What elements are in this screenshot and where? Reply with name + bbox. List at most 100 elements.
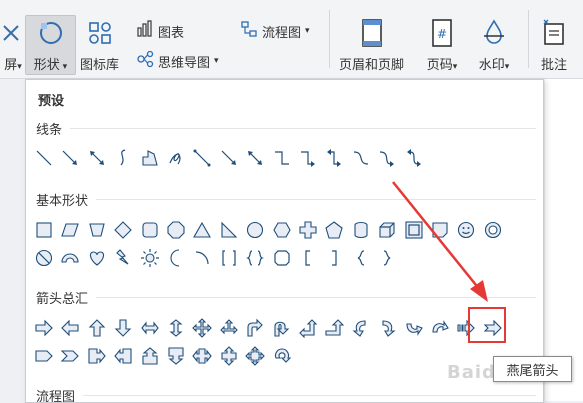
rectangle-icon[interactable] (32, 218, 56, 242)
curved-arrow-connector-icon[interactable] (375, 146, 399, 170)
freeform-icon[interactable] (138, 146, 162, 170)
lightning-bolt-icon[interactable] (111, 246, 135, 270)
curved-up-arrow-icon[interactable] (402, 316, 426, 340)
up-arrow-icon[interactable] (85, 316, 109, 340)
ribbon-separator (528, 10, 529, 68)
circular-arrow-icon[interactable] (270, 344, 294, 368)
no-symbol-icon[interactable] (32, 246, 56, 270)
heart-icon[interactable] (85, 246, 109, 270)
parallelogram-icon[interactable] (58, 218, 82, 242)
chevron-arrow-icon[interactable] (58, 344, 82, 368)
mindmap-button[interactable]: 思维导图 ▾ (136, 50, 219, 72)
curved-right-arrow-icon[interactable] (349, 316, 373, 340)
right-brace-icon[interactable] (375, 246, 399, 270)
can-icon[interactable] (349, 218, 373, 242)
scissors-icon (0, 16, 28, 50)
flowchart-button[interactable]: 流程图 ▾ (240, 20, 310, 42)
hexagon-icon[interactable] (270, 218, 294, 242)
triangle-icon[interactable] (190, 218, 214, 242)
highlight-box (468, 307, 506, 343)
down-arrow-callout-icon[interactable] (164, 344, 188, 368)
bevel-icon[interactable] (402, 218, 426, 242)
comment-button[interactable]: 批注 (537, 16, 571, 73)
left-bracket-icon[interactable] (296, 246, 320, 270)
quad-arrow-icon[interactable] (190, 316, 214, 340)
left-arrow-icon[interactable] (58, 316, 82, 340)
u-turn-arrow-icon[interactable] (270, 316, 294, 340)
elbow-arrow-icon[interactable] (296, 146, 320, 170)
pentagon-arrow-icon[interactable] (32, 344, 56, 368)
curved-double-connector-icon[interactable] (402, 146, 426, 170)
octagon-icon[interactable] (164, 218, 188, 242)
section-basic-header: 基本形状 (36, 190, 536, 209)
elbow-double-arrow-icon[interactable] (322, 146, 346, 170)
left-right-arrow-callout-icon[interactable] (190, 344, 214, 368)
arc-icon[interactable] (190, 246, 214, 270)
chart-button[interactable]: 图表 (136, 20, 184, 42)
bent-up-arrow-icon[interactable] (322, 316, 346, 340)
double-arrow-line-icon[interactable] (85, 146, 109, 170)
right-triangle-icon[interactable] (217, 218, 241, 242)
section-arrows-label: 箭头总汇 (36, 292, 89, 307)
bent-arrow-icon[interactable] (243, 316, 267, 340)
curved-connector-icon[interactable] (349, 146, 373, 170)
folded-corner-icon[interactable] (428, 218, 452, 242)
icon-library-button[interactable]: 图标库 (80, 16, 119, 73)
right-arrow-icon[interactable] (32, 316, 56, 340)
shape-button-label: 形状 (33, 58, 60, 73)
cross-icon[interactable] (296, 218, 320, 242)
document-page[interactable] (545, 79, 583, 401)
up-down-arrow-icon[interactable] (164, 316, 188, 340)
right-bracket-icon[interactable] (322, 246, 346, 270)
oval-icon[interactable] (243, 218, 267, 242)
ribbon: 屏▾ 形状 ▾ 图标库 图表 思维导图▾ 流程图▾ 页眉和页脚 # 页码▾ (0, 0, 583, 79)
pentagon-icon[interactable] (322, 218, 346, 242)
up-arrow-callout-icon[interactable] (138, 344, 162, 368)
diamond-icon[interactable] (111, 218, 135, 242)
elbow-line-icon[interactable] (270, 146, 294, 170)
left-brace-icon[interactable] (349, 246, 373, 270)
double-brace-icon[interactable] (243, 246, 267, 270)
elbow-connector-icon[interactable] (190, 146, 214, 170)
double-bracket-icon[interactable] (217, 246, 241, 270)
scribble-icon[interactable] (164, 146, 188, 170)
line-icon[interactable] (32, 146, 56, 170)
donut-icon[interactable] (481, 218, 505, 242)
curved-left-arrow-icon[interactable] (375, 316, 399, 340)
comment-icon (537, 16, 571, 50)
page-number-icon: # (425, 16, 459, 50)
svg-text:#: # (437, 27, 447, 41)
plaque-icon[interactable] (270, 246, 294, 270)
trapezoid-icon[interactable] (85, 218, 109, 242)
curved-down-arrow-icon[interactable] (428, 316, 452, 340)
block-arc-icon[interactable] (58, 246, 82, 270)
left-arrow-callout-icon[interactable] (111, 344, 135, 368)
straight-double-connector-icon[interactable] (243, 146, 267, 170)
left-right-arrow-icon[interactable] (138, 316, 162, 340)
up-down-arrow-callout-icon[interactable] (217, 344, 241, 368)
right-arrow-callout-icon[interactable] (85, 344, 109, 368)
shape-button-content[interactable]: 形状 ▾ (26, 16, 75, 73)
partial-screenshot-button[interactable]: 屏▾ (0, 16, 28, 73)
comment-label: 批注 (540, 58, 567, 73)
arrow-line-icon[interactable] (58, 146, 82, 170)
rounded-rectangle-icon[interactable] (138, 218, 162, 242)
smiley-face-icon[interactable] (454, 218, 478, 242)
down-arrow-icon[interactable] (111, 316, 135, 340)
tooltip: 燕尾箭头 (493, 356, 572, 382)
header-footer-icon (355, 16, 389, 50)
curve-icon[interactable] (111, 146, 135, 170)
left-right-up-arrow-icon[interactable] (217, 316, 241, 340)
sun-icon[interactable] (138, 246, 162, 270)
preset-title: 预设 (38, 94, 65, 109)
icon-library-label: 图标库 (80, 58, 120, 73)
quad-arrow-callout-icon[interactable] (243, 344, 267, 368)
straight-arrow-connector-icon[interactable] (217, 146, 241, 170)
moon-icon[interactable] (164, 246, 188, 270)
page-number-button[interactable]: # 页码▾ (425, 16, 459, 73)
header-footer-button[interactable]: 页眉和页脚 (339, 16, 404, 73)
cube-icon[interactable] (375, 218, 399, 242)
watermark-button[interactable]: 水印▾ (477, 16, 511, 73)
flowchart-label: 流程图 (262, 25, 302, 41)
left-up-arrow-icon[interactable] (296, 316, 320, 340)
